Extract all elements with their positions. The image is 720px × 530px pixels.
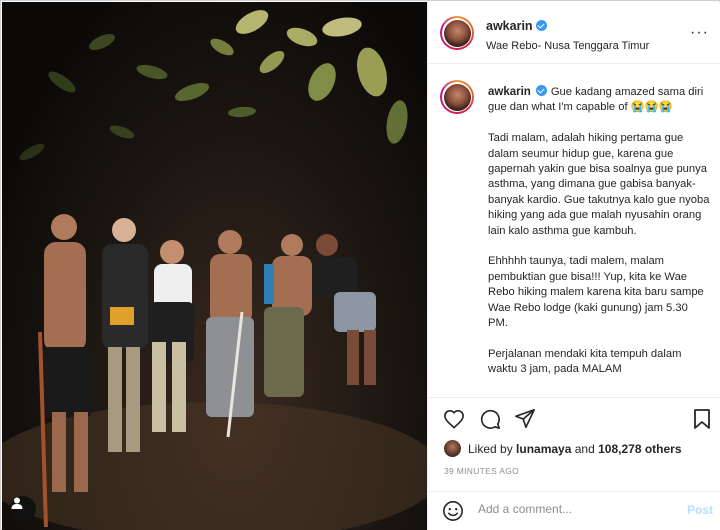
comment-input[interactable] bbox=[478, 502, 668, 516]
avatar[interactable] bbox=[440, 16, 474, 50]
hikers-night-photo bbox=[2, 10, 427, 530]
comment-icon[interactable] bbox=[477, 406, 503, 432]
user-tag-icon[interactable] bbox=[10, 496, 36, 522]
caption-scroll-area[interactable]: awkarin Gue kadang amazed sama diri gue d… bbox=[428, 65, 720, 397]
caption: awkarin Gue kadang amazed sama diri gue d… bbox=[488, 85, 710, 393]
post-header: awkarin Wae Rebo- Nusa Tenggara Timur ··… bbox=[428, 2, 720, 64]
post-comment-button[interactable]: Post bbox=[687, 503, 713, 517]
post-photo[interactable] bbox=[2, 2, 427, 530]
caption-username[interactable]: awkarin bbox=[488, 86, 531, 98]
header-username[interactable]: awkarin bbox=[486, 19, 533, 33]
likes-summary[interactable]: Liked by lunamaya and 108,278 others bbox=[444, 440, 682, 457]
liker-avatar bbox=[444, 440, 461, 457]
verified-badge-icon bbox=[535, 85, 547, 96]
liked-by-connector: and bbox=[574, 441, 595, 456]
caption-avatar[interactable] bbox=[440, 80, 474, 114]
liked-by-prefix: Liked by bbox=[468, 441, 513, 456]
location-link[interactable]: Wae Rebo- Nusa Tenggara Timur bbox=[486, 40, 649, 52]
paper-plane-icon[interactable] bbox=[512, 406, 538, 432]
action-bar: Liked by lunamaya and 108,278 others 39 … bbox=[428, 397, 720, 497]
header-user-block: awkarin Wae Rebo- Nusa Tenggara Timur bbox=[486, 17, 649, 52]
likes-count[interactable]: 108,278 others bbox=[598, 442, 681, 456]
smiley-icon[interactable] bbox=[442, 500, 464, 527]
caption-paragraph-1: awkarin Gue kadang amazed sama diri gue d… bbox=[488, 85, 710, 116]
post-timestamp[interactable]: 39 MINUTES AGO bbox=[444, 466, 519, 476]
caption-paragraph-3: Ehhhhh taunya, tadi malem, malam pembukt… bbox=[488, 255, 704, 330]
more-dots-icon[interactable]: ··· bbox=[690, 24, 709, 42]
instagram-post-window: awkarin Wae Rebo- Nusa Tenggara Timur ··… bbox=[0, 0, 720, 530]
post-details-panel: awkarin Wae Rebo- Nusa Tenggara Timur ··… bbox=[427, 2, 720, 530]
verified-badge-icon bbox=[535, 20, 547, 31]
caption-paragraph-2: Tadi malam, adalah hiking pertama gue da… bbox=[488, 132, 710, 237]
bookmark-icon[interactable] bbox=[689, 406, 715, 432]
heart-icon[interactable] bbox=[441, 406, 467, 432]
liked-by-user[interactable]: lunamaya bbox=[516, 442, 571, 456]
comment-bar: Post bbox=[428, 491, 720, 530]
caption-paragraph-4: Perjalanan mendaki kita tempuh dalam wak… bbox=[488, 347, 682, 376]
